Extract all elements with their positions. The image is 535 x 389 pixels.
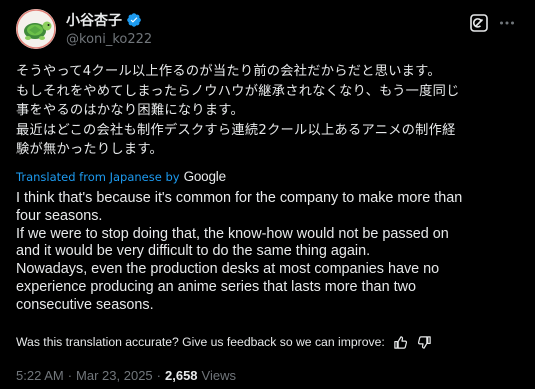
views-count: 2,658 (165, 368, 198, 383)
display-name-row: 小谷杏子 (66, 11, 152, 29)
meta-separator: · (67, 368, 73, 383)
turtle-avatar-icon[interactable] (16, 9, 56, 49)
verified-badge-icon[interactable] (126, 12, 142, 28)
tweet-detail: 小谷杏子 @koni_ko222 そうやって4クール以上作るのが当たり前の会社だ… (0, 0, 535, 389)
translated-from-label[interactable]: Translated from Japanese by (16, 170, 180, 184)
thumbs-up-icon[interactable] (393, 334, 409, 350)
tweet-header: 小谷杏子 @koni_ko222 (16, 9, 519, 49)
tweet-meta: 5:22 AM · Mar 23, 2025 · 2,658 Views (16, 368, 236, 383)
author-names: 小谷杏子 @koni_ko222 (66, 11, 152, 47)
google-logo: Google (183, 169, 227, 184)
thumbs-down-icon[interactable] (417, 334, 433, 350)
author-handle[interactable]: @koni_ko222 (66, 32, 152, 47)
translation-feedback: Was this translation accurate? Give us f… (16, 334, 433, 350)
tweet-original-text: そうやって4クール以上作るのが当たり前の会社だからだと思います。 もしそれをやめ… (16, 64, 460, 157)
translation-attribution: Translated from Japanese by Google (16, 169, 226, 184)
tweet-time[interactable]: 5:22 AM (16, 368, 64, 383)
tweet-date[interactable]: Mar 23, 2025 (76, 368, 153, 383)
tweet-translated-text: I think that's because it's common for t… (16, 190, 463, 313)
author-display-name[interactable]: 小谷杏子 (66, 10, 122, 30)
meta-separator: · (156, 368, 161, 383)
more-horizontal-icon[interactable] (495, 11, 519, 35)
views-label: Views (201, 368, 236, 383)
grok-icon[interactable] (467, 11, 491, 35)
feedback-prompt: Was this translation accurate? Give us f… (16, 335, 385, 349)
